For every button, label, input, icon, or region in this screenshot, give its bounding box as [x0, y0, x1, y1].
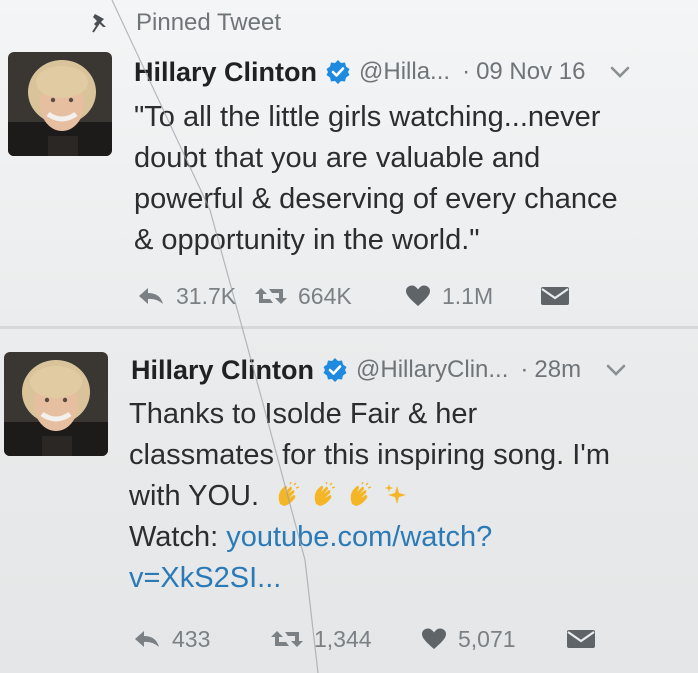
- tweet-text-line: v=XkS2SI...: [129, 558, 674, 599]
- clapping-hands-emoji: [350, 482, 372, 506]
- verified-badge-icon: [323, 358, 347, 382]
- tweet-header: Hillary Clinton @HillaryClin... · 28m: [131, 352, 627, 388]
- heart-icon: [422, 628, 446, 649]
- tweet-actions: 433 1,344 5,071: [132, 623, 606, 655]
- tweet-text-line: with YOU.: [129, 476, 674, 517]
- watch-label: Watch:: [129, 521, 227, 553]
- separator-dot: ·: [520, 356, 529, 383]
- reply-count: 433: [172, 625, 211, 652]
- author-name[interactable]: Hillary Clinton: [131, 355, 314, 386]
- timeline: Pinned Tweet Hillary Clinton @Hilla... ·…: [0, 0, 698, 673]
- avatar[interactable]: [4, 352, 108, 456]
- reply-button[interactable]: 433: [132, 626, 270, 653]
- direct-message-button[interactable]: [566, 628, 606, 650]
- tweet-link-continued[interactable]: v=XkS2SI...: [129, 562, 281, 594]
- tweet-text: Thanks to Isolde Fair & her classmates f…: [129, 394, 674, 599]
- retweet-button[interactable]: 1,344: [270, 626, 420, 653]
- clapping-hands-emoji: [278, 482, 300, 506]
- tweet-card[interactable]: Hillary Clinton @HillaryClin... · 28m Th…: [0, 0, 698, 673]
- like-count: 5,071: [458, 625, 516, 652]
- sparkles-emoji: [385, 484, 407, 504]
- tweet-text-fragment: with YOU.: [129, 480, 260, 512]
- tweet-text-line: Watch: youtube.com/watch?: [129, 517, 674, 558]
- clapping-hands-emoji: [314, 482, 336, 506]
- reply-icon: [135, 631, 159, 647]
- tweet-timestamp[interactable]: 28m: [534, 356, 581, 384]
- retweet-icon: [271, 631, 303, 647]
- tweet-text-line: Thanks to Isolde Fair & her: [129, 398, 478, 430]
- tweet-text-line: classmates for this inspiring song. I'm: [129, 439, 610, 471]
- chevron-down-icon[interactable]: [605, 362, 627, 378]
- tweet-link[interactable]: youtube.com/watch?: [226, 521, 492, 553]
- envelope-icon: [567, 630, 595, 648]
- like-button[interactable]: 5,071: [420, 626, 566, 653]
- author-handle[interactable]: @HillaryClin...: [356, 356, 508, 384]
- retweet-count: 1,344: [314, 625, 372, 652]
